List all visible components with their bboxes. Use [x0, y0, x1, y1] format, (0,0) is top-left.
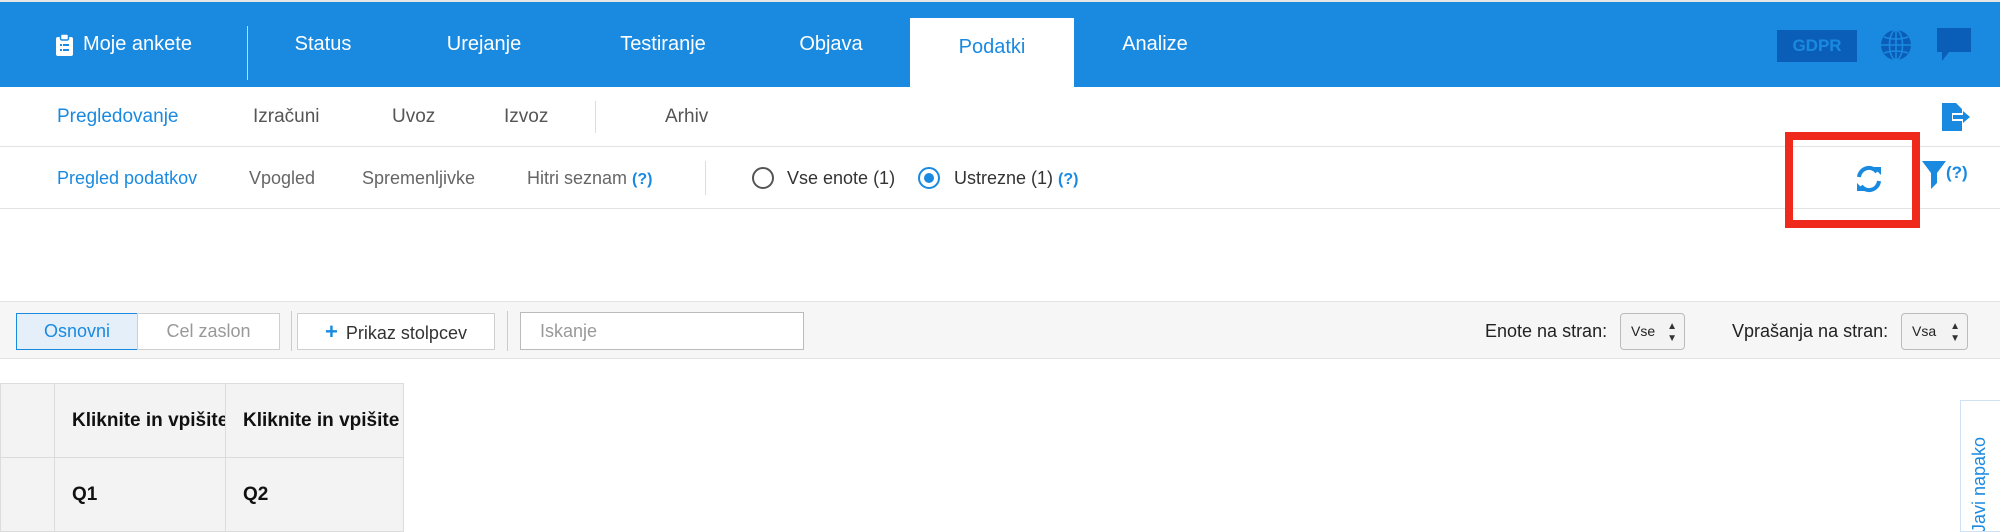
basic-view-button[interactable]: Osnovni	[16, 313, 138, 350]
table-corner-cell	[0, 383, 55, 458]
subnav-pregledovanje[interactable]: Pregledovanje	[57, 87, 178, 147]
show-columns-label: Prikaz stolpcev	[345, 323, 467, 343]
row-header-cell	[0, 457, 55, 532]
data-subnav: Pregledovanje Izračuni Uvoz Izvoz Arhiv	[0, 87, 2000, 147]
hitri-seznam-label: Hitri seznam	[527, 168, 628, 188]
show-columns-button[interactable]: + Prikaz stolpcev	[297, 313, 495, 350]
tab-testiranje[interactable]: Testiranje	[598, 2, 728, 87]
select-arrows-icon: ▲ ▼	[1667, 321, 1677, 344]
plus-icon: +	[325, 319, 338, 344]
tab-analize[interactable]: Analize	[1100, 2, 1210, 87]
top-navigation-bar: Moje ankete Status Urejanje Testiranje O…	[0, 0, 2000, 87]
toolbar-divider	[291, 311, 292, 351]
nav-divider	[247, 26, 248, 80]
units-per-page-label: Enote na stran:	[1485, 321, 1608, 341]
export-icon[interactable]	[1940, 103, 1970, 131]
view-spremenljivke[interactable]: Spremenljivke	[362, 147, 475, 209]
hitri-seznam-help[interactable]: (?)	[632, 171, 652, 188]
gdpr-button[interactable]: GDPR	[1777, 30, 1857, 62]
view-hitri-seznam[interactable]: Hitri seznam (?)	[527, 147, 652, 209]
search-input[interactable]	[520, 312, 804, 350]
report-error-tab[interactable]: Javi napako	[1960, 400, 2000, 532]
tab-urejanje[interactable]: Urejanje	[428, 2, 540, 87]
radio-vse-enote-label[interactable]: Vse enote (1)	[787, 147, 895, 209]
chat-icon[interactable]	[1935, 26, 1973, 64]
toolbar-divider-2	[507, 311, 508, 351]
data-toolbar: Osnovni Cel zaslon + Prikaz stolpcev Enot…	[0, 301, 2000, 359]
refresh-highlight-box	[1785, 132, 1920, 228]
clipboard-icon	[56, 33, 73, 56]
my-surveys-label: Moje ankete	[83, 33, 192, 55]
variable-code: Q2	[225, 457, 404, 532]
select-arrows-icon: ▲ ▼	[1950, 321, 1960, 344]
radio-ustrezne[interactable]	[918, 167, 940, 189]
fullscreen-button[interactable]: Cel zaslon	[137, 313, 280, 350]
tab-status[interactable]: Status	[278, 2, 368, 87]
subnav-arhiv[interactable]: Arhiv	[665, 87, 708, 147]
units-per-page-value: Vse	[1631, 323, 1656, 339]
column-header[interactable]: Kliknite in vpišite	[54, 383, 226, 458]
filter-help[interactable]: (?)	[1946, 163, 1968, 183]
questions-per-page-select[interactable]: Vsa ▲ ▼	[1901, 313, 1968, 350]
view-vpogled[interactable]: Vpogled	[249, 147, 315, 209]
subnav-izracuni[interactable]: Izračuni	[253, 87, 320, 147]
variable-code: Q1	[54, 457, 226, 532]
subnav-divider	[595, 101, 596, 133]
radio-vse-enote[interactable]	[752, 167, 774, 189]
subnav-izvoz[interactable]: Izvoz	[504, 87, 548, 147]
my-surveys-link[interactable]: Moje ankete	[56, 2, 192, 87]
globe-icon[interactable]	[1879, 28, 1913, 62]
report-error-label: Javi napako	[1969, 436, 1989, 532]
view-options-bar: Pregled podatkov Vpogled Spremenljivke H…	[0, 147, 2000, 209]
subnav-uvoz[interactable]: Uvoz	[392, 87, 435, 147]
units-per-page-select[interactable]: Vse ▲ ▼	[1620, 313, 1685, 350]
view-pregled-podatkov[interactable]: Pregled podatkov	[57, 147, 197, 209]
column-header[interactable]: Kliknite in vpišite	[225, 383, 404, 458]
questions-per-page-value: Vsa	[1912, 323, 1937, 339]
radio-ustrezne-option[interactable]: Ustrezne (1) (?)	[954, 147, 1078, 209]
filter-icon[interactable]	[1922, 161, 1946, 189]
tab-podatki[interactable]: Podatki	[910, 18, 1074, 87]
viewbar-divider	[705, 161, 706, 195]
radio-ustrezne-label: Ustrezne (1)	[954, 168, 1054, 188]
ustrezne-help[interactable]: (?)	[1058, 171, 1078, 188]
questions-per-page-label: Vprašanja na stran:	[1732, 321, 1889, 341]
tab-objava[interactable]: Objava	[772, 2, 890, 87]
